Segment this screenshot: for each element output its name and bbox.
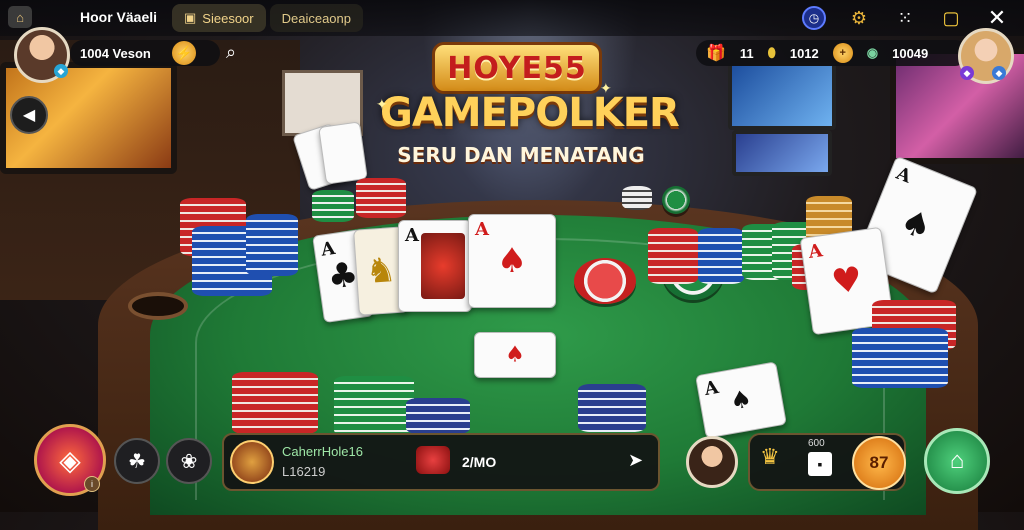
search-icon[interactable]: ⌕ bbox=[226, 42, 236, 63]
top-right-icons: ◷ ⚙ ⁙ ▢ ✕ bbox=[802, 5, 1010, 31]
gift-box-icon: 🎁 bbox=[706, 45, 726, 62]
card-suit: ♠ bbox=[505, 342, 525, 368]
card-face-art bbox=[421, 233, 465, 299]
clock-icon[interactable]: ◷ bbox=[802, 6, 826, 30]
playing-card: ♠ bbox=[474, 332, 556, 378]
resource-value: 10049 bbox=[892, 45, 929, 61]
sparkle-icon: ✦ bbox=[376, 96, 388, 112]
avatar[interactable] bbox=[686, 436, 738, 488]
chip-stack bbox=[312, 190, 354, 222]
poker-chip bbox=[662, 186, 690, 214]
paw-icon[interactable]: ❀ bbox=[166, 438, 212, 484]
card-deck-icon[interactable]: ▪ bbox=[808, 452, 832, 476]
gear-icon[interactable]: ⚙ bbox=[846, 5, 872, 31]
tab-label: Sieesoor bbox=[202, 10, 254, 26]
home-icon[interactable]: ⌂ bbox=[8, 6, 32, 28]
poker-chip bbox=[574, 258, 636, 304]
card-suit: ♠ bbox=[727, 384, 755, 416]
playing-card: A bbox=[398, 220, 472, 312]
card-suit: ♞ bbox=[364, 249, 398, 293]
chip-stack bbox=[698, 228, 744, 284]
resource-value: 1012 bbox=[789, 45, 819, 61]
slot-machine-screen bbox=[732, 130, 832, 176]
chip-stack bbox=[406, 398, 470, 434]
card-rank: A bbox=[405, 225, 419, 246]
logo-subtitle: SERU DAN MENATANG bbox=[397, 143, 645, 167]
playing-card bbox=[318, 121, 368, 185]
home-icon[interactable]: ⌂ bbox=[924, 428, 990, 494]
tab-dashboard[interactable]: Deaiceaonp bbox=[269, 4, 363, 32]
arrow-icon[interactable]: ➤ bbox=[628, 450, 643, 471]
slot-machine-screen bbox=[728, 62, 836, 130]
tab-store[interactable]: ▣ Sieesoor bbox=[172, 4, 266, 32]
trophy-icon: ♛ bbox=[760, 444, 780, 469]
reward-button[interactable]: 87 bbox=[852, 436, 906, 490]
chip-stack bbox=[334, 376, 414, 436]
sparkle-icon: ✦ bbox=[600, 80, 612, 96]
info-badge-icon: i bbox=[84, 476, 100, 492]
chip-stack bbox=[622, 186, 652, 210]
card-suit: ♠ bbox=[496, 241, 528, 281]
card-rank: A bbox=[893, 162, 915, 188]
coin-icon[interactable]: + bbox=[832, 43, 853, 63]
gem-icon: ◉ bbox=[866, 45, 879, 60]
cup-holder bbox=[128, 292, 188, 320]
card-rank: A bbox=[475, 219, 489, 240]
chip-stack bbox=[232, 372, 318, 434]
tab-bar: ▣ Sieesoor Deaiceaonp bbox=[172, 4, 363, 32]
resource-bar: 🎁 11 ⬮ 1012 + ◉ 10049 bbox=[696, 40, 968, 66]
chip-stack bbox=[246, 214, 298, 276]
level-badge-icon: ◆ bbox=[54, 64, 68, 78]
dice-icon bbox=[416, 446, 450, 474]
logo-badge: HOYE55 bbox=[432, 42, 602, 94]
chip-stack bbox=[852, 328, 948, 388]
card-rank: A bbox=[807, 240, 824, 263]
grid-icon[interactable]: ⁙ bbox=[892, 5, 918, 31]
potion-icon: ⬮ bbox=[767, 45, 776, 60]
expand-icon[interactable]: ▢ bbox=[938, 5, 964, 31]
card-rank: A bbox=[702, 376, 721, 400]
card-suit: ♥ bbox=[829, 259, 865, 303]
back-button[interactable]: ◀ bbox=[10, 96, 48, 134]
chip-stack bbox=[648, 228, 698, 284]
resource-value: 11 bbox=[739, 45, 754, 61]
balance-pill: 1004 Veson bbox=[70, 40, 220, 66]
playing-card: A ♠ bbox=[468, 214, 556, 308]
chip-stack bbox=[578, 384, 646, 432]
lightning-icon[interactable]: ⚡ bbox=[172, 41, 196, 65]
reward-label: 600 bbox=[808, 438, 825, 449]
balance-text: 1004 Veson bbox=[80, 45, 151, 61]
player-amount: L16219 bbox=[282, 464, 326, 479]
tab-label: Deaiceaonp bbox=[281, 10, 351, 26]
chip-stack bbox=[356, 178, 406, 218]
card-suit: ♠ bbox=[894, 200, 938, 250]
level-badge-icon: ◆ bbox=[960, 66, 974, 80]
reward-value: 87 bbox=[869, 453, 889, 472]
logo-brand: HOYE55 bbox=[447, 50, 587, 86]
player-icon bbox=[230, 440, 274, 484]
pet-icon[interactable]: ☘ bbox=[114, 438, 160, 484]
bet-value: 2/MO bbox=[462, 454, 497, 470]
level-badge-icon: ◆ bbox=[992, 66, 1006, 80]
briefcase-icon: ▣ bbox=[184, 10, 197, 25]
brand-title: Hoor Väaeli bbox=[80, 9, 158, 25]
player-name: CaherrHole16 bbox=[282, 444, 363, 459]
